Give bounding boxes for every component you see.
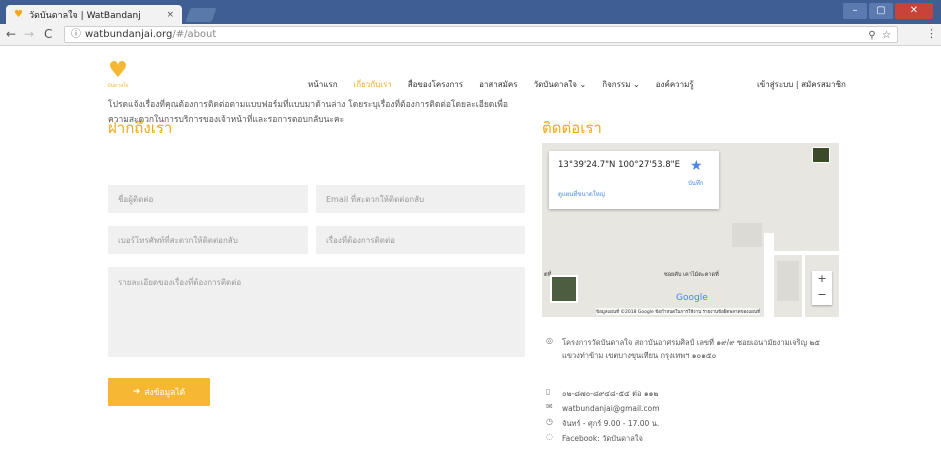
main-nav: หน้าแรก เกี่ยวกับเรา สื่อของโครงการ อาสา… xyxy=(308,78,710,91)
map-road xyxy=(764,233,774,317)
zoom-in-button[interactable]: + xyxy=(812,271,832,287)
address-row: ◎ โครงการวัดบันดาลใจ สถาบันอาศรมศิลป์ เล… xyxy=(546,336,842,362)
close-window-button[interactable]: ✕ xyxy=(895,3,933,19)
map-block xyxy=(777,261,799,301)
map-attribution[interactable]: ข้อมูลแผนที่ ©2018 Google ข้อกำหนดในการใ… xyxy=(596,308,761,315)
zoom-icon[interactable]: ⚲ xyxy=(868,30,875,41)
nav-item-temple[interactable]: วัดบันดาลใจ ⌄ xyxy=(534,78,587,91)
contact-form-intro: โปรดแจ้งเรื่องที่คุณต้องการติดต่อตามแบบฟ… xyxy=(108,100,508,125)
map-road xyxy=(802,255,805,317)
address-text: โครงการวัดบันดาลใจ สถาบันอาศรมศิลป์ เลขท… xyxy=(562,338,820,347)
nav-item-home[interactable]: หน้าแรก xyxy=(308,78,338,91)
zoom-out-button[interactable]: − xyxy=(812,287,832,303)
email-field[interactable]: Email ที่สะดวกให้ติดต่อกลับ xyxy=(316,185,525,213)
submit-button[interactable]: ➔ ส่งข้อมูลได้ xyxy=(108,378,210,406)
details-textarea[interactable]: รายละเอียดของเรื่องที่ต้องการติดต่อ xyxy=(108,267,525,357)
reload-icon[interactable]: C xyxy=(44,27,52,41)
google-map[interactable]: 13°39'24.7"N 100°27'53.8"E ★ บันทึก ดูแผ… xyxy=(542,143,839,317)
submit-arrow-icon: ➔ xyxy=(132,387,141,397)
phone-text: ๐๒-๘๗๐-๘๙๔๘-๕๔ ต่อ ๑๑๒ xyxy=(562,389,659,398)
satellite-toggle[interactable] xyxy=(550,275,578,303)
map-road xyxy=(774,251,839,255)
map-place-label: ซอยคับ เคาไม้ตะคาดที่ xyxy=(664,272,719,278)
back-arrow-icon[interactable]: ← xyxy=(6,27,16,41)
nav-item-volunteer[interactable]: อาสาสมัคร xyxy=(479,78,517,91)
phone-icon: ▯ xyxy=(546,387,551,396)
bookmark-star-icon[interactable]: ☆ xyxy=(882,30,891,41)
url-host: watbundanjai.org xyxy=(85,29,173,40)
map-save-label[interactable]: บันทึก xyxy=(688,178,704,188)
window-controls: – ▢ ✕ xyxy=(843,3,933,19)
login-register-link[interactable]: เข้าสู่ระบบ | สมัครสมาชิก xyxy=(757,78,846,91)
map-coordinates: 13°39'24.7"N 100°27'53.8"E xyxy=(558,160,680,170)
phone-field[interactable]: เบอร์โทรศัพท์ที่สะดวกให้ติดต่อกลับ xyxy=(108,226,308,254)
info-icon[interactable]: ⓘ xyxy=(71,29,81,40)
browser-tab-bar: ♥ วัดบันดาลใจ | WatBandanj × – ▢ ✕ xyxy=(0,0,941,24)
map-info-card: 13°39'24.7"N 100°27'53.8"E ★ บันทึก ดูแผ… xyxy=(549,151,719,209)
facebook-row: ◌ Facebook: วัดบันดาลใจ xyxy=(546,432,643,445)
heart-favicon-icon: ♥ xyxy=(14,9,23,20)
browser-toolbar: ← → C ⓘ watbundanjai.org/#/about ⚲ ☆ ⋮ xyxy=(0,24,941,46)
name-field[interactable]: ชื่อผู้ติดต่อ xyxy=(108,185,308,213)
hours-row: ◷ จันทร์ - ศุกร์ 9.00 - 17.00 น. xyxy=(546,417,659,430)
contact-info-title: ติดต่อเรา xyxy=(542,119,602,137)
facebook-text[interactable]: Facebook: วัดบันดาลใจ xyxy=(562,432,643,445)
subject-field[interactable]: เรื่องที่ต้องการติดต่อ xyxy=(316,226,525,254)
nav-item-about[interactable]: เกี่ยวกับเรา xyxy=(354,78,392,91)
hours-text: จันทร์ - ศุกร์ 9.00 - 17.00 น. xyxy=(562,419,660,428)
email-text[interactable]: watbundanjai@gmail.com xyxy=(562,402,660,415)
phone-row: ▯ ๐๒-๘๗๐-๘๙๔๘-๕๔ ต่อ ๑๑๒ xyxy=(546,387,658,400)
site-logo[interactable]: ♥ บันดาลใจ xyxy=(105,60,131,94)
minimize-button[interactable]: – xyxy=(843,3,867,19)
map-block xyxy=(732,223,762,247)
clock-icon: ◷ xyxy=(546,417,553,426)
page-content: ♥ บันดาลใจ หน้าแรก เกี่ยวกับเรา สื่อของโ… xyxy=(0,46,941,454)
fullscreen-thumbnail[interactable] xyxy=(812,147,830,163)
save-star-icon[interactable]: ★ xyxy=(690,158,703,174)
nav-item-knowledge[interactable]: องค์ความรู้ xyxy=(656,78,694,91)
location-pin-icon: ◎ xyxy=(546,336,553,345)
url-path: /#/about xyxy=(172,29,217,40)
nav-item-activities[interactable]: กิจกรรม ⌄ xyxy=(602,78,640,91)
address-bar[interactable]: ⓘ watbundanjai.org/#/about ⚲ ☆ xyxy=(64,26,898,43)
envelope-icon: ✉ xyxy=(546,402,553,411)
browser-tab[interactable]: ♥ วัดบันดาลใจ | WatBandanj × xyxy=(6,5,182,24)
submit-label: ส่งข้อมูลได้ xyxy=(144,388,186,398)
nav-item-media[interactable]: สื่อของโครงการ xyxy=(408,78,463,91)
email-row: ✉ watbundanjai@gmail.com xyxy=(546,402,660,415)
address-text-2: แขวงท่าข้าม เขตบางขุนเทียน กรุงเทพฯ ๑๐๑๕… xyxy=(562,351,717,360)
logo-text: บันดาลใจ xyxy=(107,83,129,89)
tab-title: วัดบันดาลใจ | WatBandanj xyxy=(28,10,141,21)
larger-map-link[interactable]: ดูแผนที่ขนาดใหญ่ xyxy=(558,189,605,199)
heart-logo-icon: ♥ xyxy=(108,58,128,83)
browser-menu-icon[interactable]: ⋮ xyxy=(926,27,937,40)
maximize-button[interactable]: ▢ xyxy=(869,3,893,19)
forward-arrow-icon[interactable]: → xyxy=(24,27,34,41)
chat-bubble-icon: ◌ xyxy=(546,432,553,441)
new-tab-button[interactable] xyxy=(185,8,217,22)
tab-close-icon[interactable]: × xyxy=(166,10,174,20)
zoom-control[interactable]: + − xyxy=(812,271,832,305)
google-logo: Google xyxy=(676,293,708,303)
